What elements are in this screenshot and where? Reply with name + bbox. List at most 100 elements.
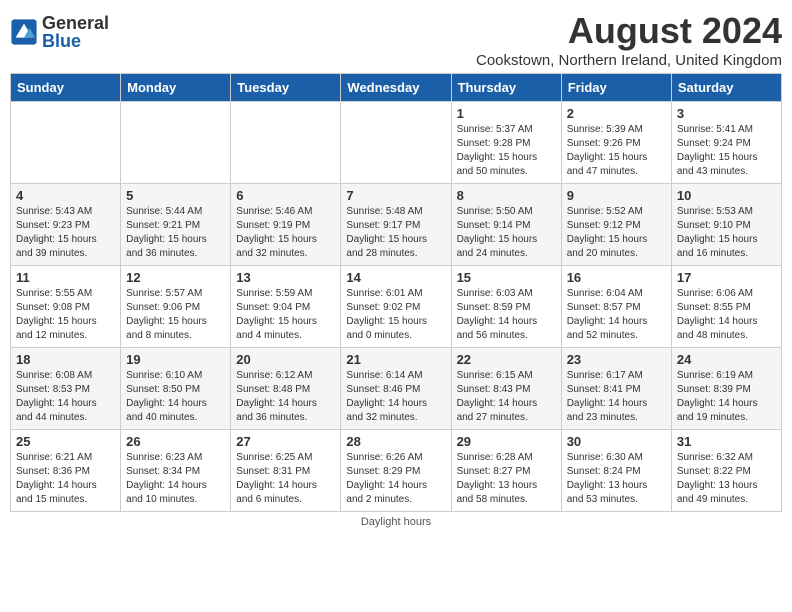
day-info: Sunrise: 5:57 AM Sunset: 9:06 PM Dayligh… <box>126 287 225 343</box>
day-cell: 14Sunrise: 6:01 AM Sunset: 9:02 PM Dayli… <box>341 266 451 348</box>
weekday-header-saturday: Saturday <box>671 74 781 102</box>
day-cell <box>11 102 121 184</box>
day-cell: 18 Sunrise: 6:08 AM Sunset: 8:53 PM Dayli… <box>11 348 121 430</box>
week-row-5: 25Sunrise: 6:21 AM Sunset: 8:36 PM Dayli… <box>11 430 782 512</box>
weekday-header-tuesday: Tuesday <box>231 74 341 102</box>
day-info: Sunrise: 5:53 AM Sunset: 9:10 PM Dayligh… <box>677 205 776 261</box>
day-info: Sunrise: 6:14 AM Sunset: 8:46 PM Dayligh… <box>346 369 445 425</box>
logo-text: General Blue <box>42 14 109 50</box>
day-info: Sunrise: 6:21 AM Sunset: 8:36 PM Dayligh… <box>16 451 115 507</box>
day-cell: 19Sunrise: 6:10 AM Sunset: 8:50 PM Dayli… <box>121 348 231 430</box>
day-number: 30 <box>567 434 666 449</box>
day-cell: 12 Sunrise: 5:57 AM Sunset: 9:06 PM Dayli… <box>121 266 231 348</box>
day-cell <box>341 102 451 184</box>
day-info: Sunrise: 6:23 AM Sunset: 8:34 PM Dayligh… <box>126 451 225 507</box>
day-cell: 9 Sunrise: 5:52 AM Sunset: 9:12 PM Daylig… <box>561 184 671 266</box>
day-cell: 21 Sunrise: 6:14 AM Sunset: 8:46 PM Dayli… <box>341 348 451 430</box>
day-number: 21 <box>346 352 445 367</box>
week-row-2: 4 Sunrise: 5:43 AM Sunset: 9:23 PM Daylig… <box>11 184 782 266</box>
day-info: Sunrise: 5:55 AM Sunset: 9:08 PM Dayligh… <box>16 287 115 343</box>
logo: General Blue <box>10 14 109 50</box>
day-number: 28 <box>346 434 445 449</box>
day-number: 7 <box>346 188 445 203</box>
day-cell: 25Sunrise: 6:21 AM Sunset: 8:36 PM Dayli… <box>11 430 121 512</box>
day-info: Sunrise: 5:48 AM Sunset: 9:17 PM Dayligh… <box>346 205 445 261</box>
day-cell: 4 Sunrise: 5:43 AM Sunset: 9:23 PM Daylig… <box>11 184 121 266</box>
week-row-3: 11 Sunrise: 5:55 AM Sunset: 9:08 PM Dayli… <box>11 266 782 348</box>
day-info: Sunrise: 6:26 AM Sunset: 8:29 PM Dayligh… <box>346 451 445 507</box>
day-info: Sunrise: 5:37 AM Sunset: 9:28 PM Dayligh… <box>457 123 556 179</box>
location: Cookstown, Northern Ireland, United King… <box>476 52 782 69</box>
header: General Blue August 2024 Cookstown, Nort… <box>10 10 782 69</box>
day-cell: 8 Sunrise: 5:50 AM Sunset: 9:14 PM Daylig… <box>451 184 561 266</box>
day-cell: 27 Sunrise: 6:25 AM Sunset: 8:31 PM Dayli… <box>231 430 341 512</box>
weekday-header-row: SundayMondayTuesdayWednesdayThursdayFrid… <box>11 74 782 102</box>
day-number: 20 <box>236 352 335 367</box>
day-cell: 2 Sunrise: 5:39 AM Sunset: 9:26 PM Daylig… <box>561 102 671 184</box>
weekday-header-thursday: Thursday <box>451 74 561 102</box>
day-number: 27 <box>236 434 335 449</box>
day-cell: 5 Sunrise: 5:44 AM Sunset: 9:21 PM Daylig… <box>121 184 231 266</box>
day-number: 5 <box>126 188 225 203</box>
day-info: Sunrise: 5:52 AM Sunset: 9:12 PM Dayligh… <box>567 205 666 261</box>
day-number: 26 <box>126 434 225 449</box>
week-row-4: 18 Sunrise: 6:08 AM Sunset: 8:53 PM Dayli… <box>11 348 782 430</box>
day-number: 24 <box>677 352 776 367</box>
title-block: August 2024 Cookstown, Northern Ireland,… <box>476 10 782 69</box>
day-info: Sunrise: 5:59 AM Sunset: 9:04 PM Dayligh… <box>236 287 335 343</box>
day-info: Sunrise: 6:28 AM Sunset: 8:27 PM Dayligh… <box>457 451 556 507</box>
day-number: 13 <box>236 270 335 285</box>
day-cell: 16Sunrise: 6:04 AM Sunset: 8:57 PM Dayli… <box>561 266 671 348</box>
day-number: 31 <box>677 434 776 449</box>
day-info: Sunrise: 5:43 AM Sunset: 9:23 PM Dayligh… <box>16 205 115 261</box>
calendar-table: SundayMondayTuesdayWednesdayThursdayFrid… <box>10 73 782 512</box>
day-info: Sunrise: 6:12 AM Sunset: 8:48 PM Dayligh… <box>236 369 335 425</box>
day-cell: 10Sunrise: 5:53 AM Sunset: 9:10 PM Dayli… <box>671 184 781 266</box>
day-cell: 22 Sunrise: 6:15 AM Sunset: 8:43 PM Dayli… <box>451 348 561 430</box>
day-number: 16 <box>567 270 666 285</box>
day-cell: 6 Sunrise: 5:46 AM Sunset: 9:19 PM Daylig… <box>231 184 341 266</box>
day-info: Sunrise: 6:15 AM Sunset: 8:43 PM Dayligh… <box>457 369 556 425</box>
day-cell: 20 Sunrise: 6:12 AM Sunset: 8:48 PM Dayli… <box>231 348 341 430</box>
week-row-1: 1 Sunrise: 5:37 AM Sunset: 9:28 PM Daylig… <box>11 102 782 184</box>
day-cell <box>121 102 231 184</box>
day-number: 18 <box>16 352 115 367</box>
day-info: Sunrise: 6:03 AM Sunset: 8:59 PM Dayligh… <box>457 287 556 343</box>
day-number: 8 <box>457 188 556 203</box>
month-year: August 2024 <box>476 10 782 52</box>
day-info: Sunrise: 6:19 AM Sunset: 8:39 PM Dayligh… <box>677 369 776 425</box>
day-info: Sunrise: 6:06 AM Sunset: 8:55 PM Dayligh… <box>677 287 776 343</box>
day-cell: 17 Sunrise: 6:06 AM Sunset: 8:55 PM Dayli… <box>671 266 781 348</box>
day-info: Sunrise: 6:17 AM Sunset: 8:41 PM Dayligh… <box>567 369 666 425</box>
day-number: 6 <box>236 188 335 203</box>
day-number: 9 <box>567 188 666 203</box>
footer-note: Daylight hours <box>10 516 782 528</box>
weekday-header-friday: Friday <box>561 74 671 102</box>
day-cell: 24 Sunrise: 6:19 AM Sunset: 8:39 PM Dayli… <box>671 348 781 430</box>
day-cell: 23Sunrise: 6:17 AM Sunset: 8:41 PM Dayli… <box>561 348 671 430</box>
day-cell: 28 Sunrise: 6:26 AM Sunset: 8:29 PM Dayli… <box>341 430 451 512</box>
logo-icon <box>10 18 38 46</box>
day-cell: 7 Sunrise: 5:48 AM Sunset: 9:17 PM Daylig… <box>341 184 451 266</box>
day-cell: 3Sunrise: 5:41 AM Sunset: 9:24 PM Daylig… <box>671 102 781 184</box>
day-info: Sunrise: 6:08 AM Sunset: 8:53 PM Dayligh… <box>16 369 115 425</box>
day-info: Sunrise: 6:10 AM Sunset: 8:50 PM Dayligh… <box>126 369 225 425</box>
day-number: 14 <box>346 270 445 285</box>
day-info: Sunrise: 6:25 AM Sunset: 8:31 PM Dayligh… <box>236 451 335 507</box>
day-number: 4 <box>16 188 115 203</box>
day-cell: 1 Sunrise: 5:37 AM Sunset: 9:28 PM Daylig… <box>451 102 561 184</box>
logo-blue: Blue <box>42 32 109 50</box>
day-cell: 15 Sunrise: 6:03 AM Sunset: 8:59 PM Dayli… <box>451 266 561 348</box>
day-info: Sunrise: 5:44 AM Sunset: 9:21 PM Dayligh… <box>126 205 225 261</box>
day-info: Sunrise: 5:46 AM Sunset: 9:19 PM Dayligh… <box>236 205 335 261</box>
day-number: 2 <box>567 106 666 121</box>
day-info: Sunrise: 5:39 AM Sunset: 9:26 PM Dayligh… <box>567 123 666 179</box>
day-number: 12 <box>126 270 225 285</box>
day-number: 11 <box>16 270 115 285</box>
day-number: 1 <box>457 106 556 121</box>
day-number: 15 <box>457 270 556 285</box>
day-number: 17 <box>677 270 776 285</box>
day-number: 22 <box>457 352 556 367</box>
day-info: Sunrise: 5:50 AM Sunset: 9:14 PM Dayligh… <box>457 205 556 261</box>
day-info: Sunrise: 6:32 AM Sunset: 8:22 PM Dayligh… <box>677 451 776 507</box>
